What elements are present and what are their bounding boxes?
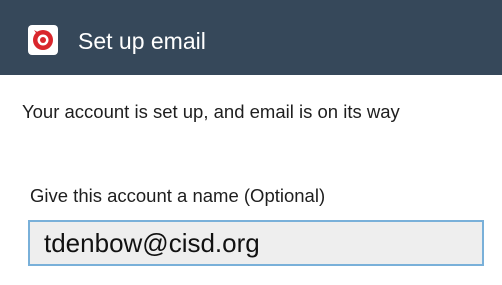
action-bar: Set up email xyxy=(0,0,502,75)
email-setup-screen: Set up email Your account is set up, and… xyxy=(0,0,502,285)
page-title: Set up email xyxy=(78,28,206,54)
email-app-icon xyxy=(28,25,58,55)
account-name-label: Give this account a name (Optional) xyxy=(30,185,326,206)
setup-complete-message: Your account is set up, and email is on … xyxy=(22,101,400,122)
account-name-input[interactable] xyxy=(28,220,484,266)
